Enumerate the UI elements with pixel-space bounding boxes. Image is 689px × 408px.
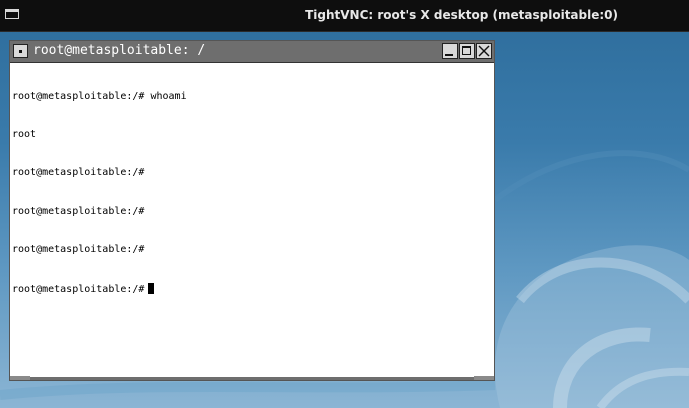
terminal-prompt-line[interactable]: root@metasploitable:/# (12, 282, 490, 296)
terminal-line: root@metasploitable:/# (12, 205, 145, 217)
xterm-titlebar[interactable]: root@metasploitable: / (10, 41, 494, 63)
terminal-line: root@metasploitable:/# (12, 167, 145, 179)
minimize-icon[interactable] (442, 43, 458, 59)
menu-dot (19, 50, 22, 53)
window-menu-icon[interactable] (13, 44, 28, 58)
terminal-line: root (12, 128, 37, 140)
terminal-line: root@metasploitable:/# whoami (12, 90, 187, 102)
xterm-bottom-border[interactable] (10, 377, 494, 380)
terminal-cursor (148, 282, 155, 294)
terminal-prompt: root@metasploitable:/# (12, 283, 145, 295)
close-glyph (478, 45, 490, 57)
resize-handle-left[interactable] (10, 376, 30, 380)
close-icon[interactable] (476, 43, 492, 59)
minimize-glyph (445, 54, 453, 56)
xterm-window[interactable]: root@metasploitable: / root@metasploitab… (9, 40, 495, 381)
terminal-line: root@metasploitable:/# (12, 244, 145, 256)
terminal-output[interactable]: root@metasploitable:/# whoami root root@… (12, 65, 490, 375)
xterm-title: root@metasploitable: / (33, 43, 206, 58)
resize-handle-right[interactable] (474, 376, 494, 380)
maximize-icon[interactable] (459, 43, 475, 59)
maximize-glyph (462, 46, 471, 55)
window-icon[interactable] (5, 9, 19, 19)
vnc-title: TightVNC: root's X desktop (metasploitab… (305, 8, 618, 22)
vnc-desktop: TightVNC: root's X desktop (metasploitab… (0, 0, 689, 408)
vnc-titlebar: TightVNC: root's X desktop (metasploitab… (0, 0, 689, 32)
